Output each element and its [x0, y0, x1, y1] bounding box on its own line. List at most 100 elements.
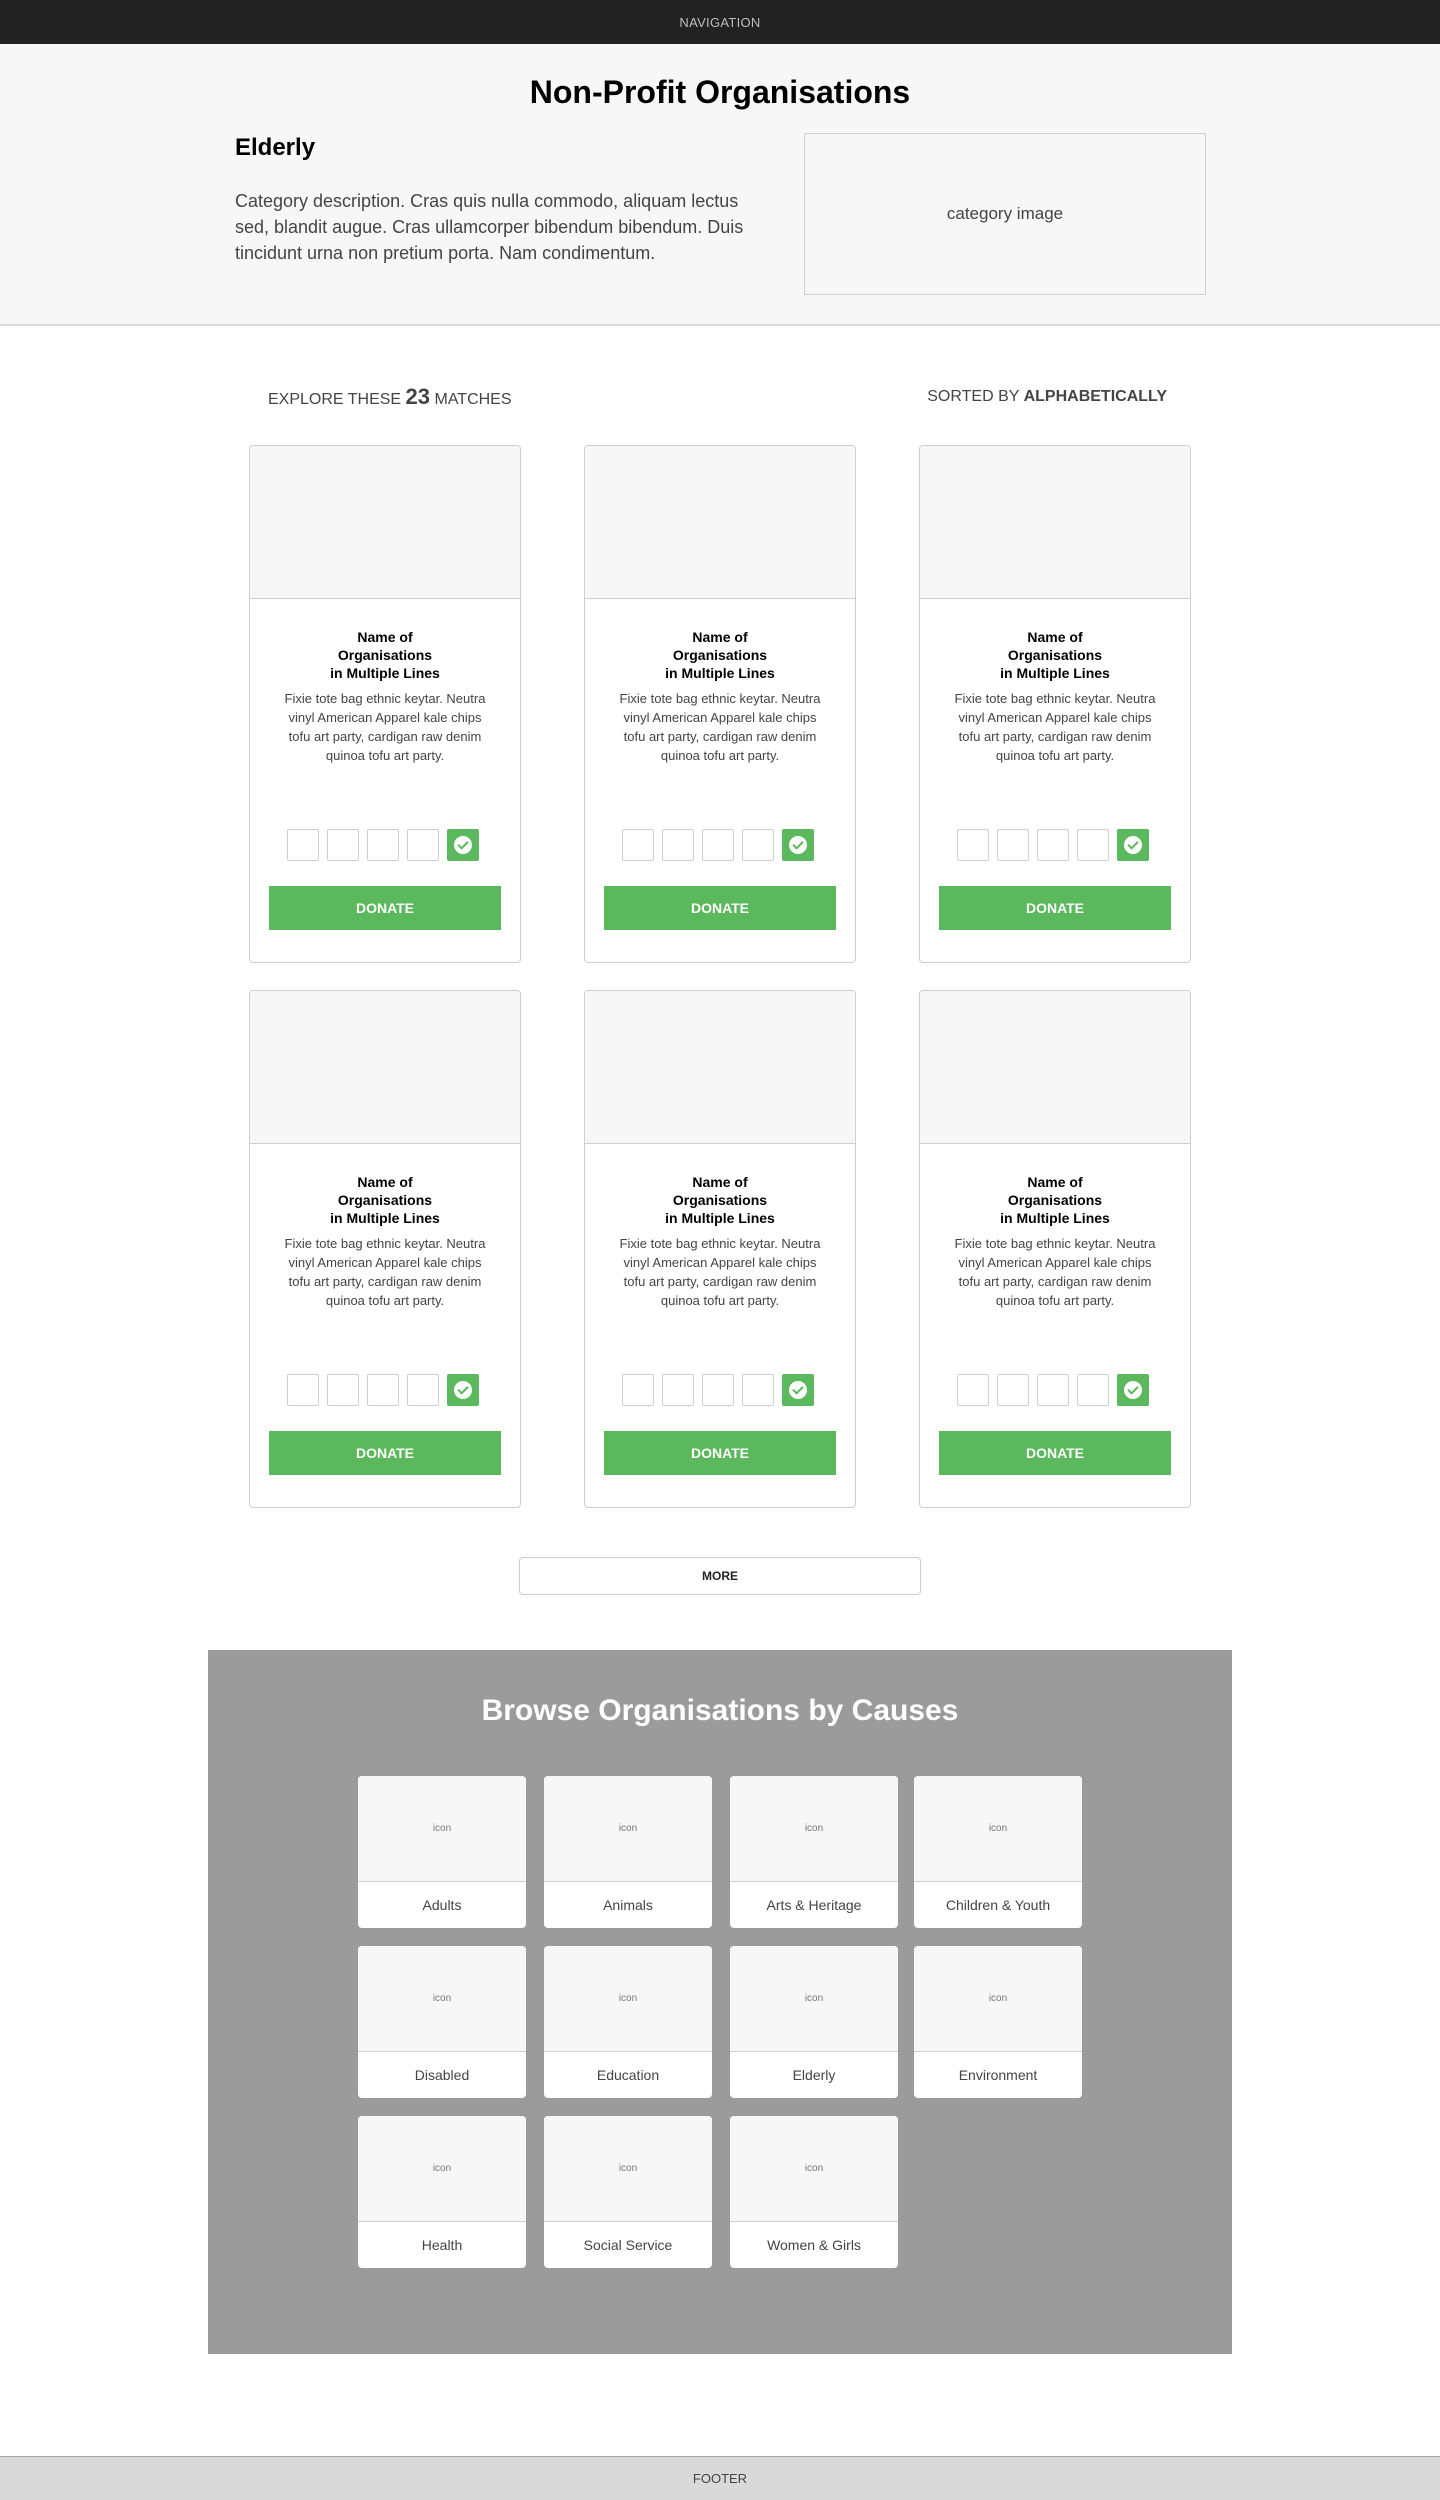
cause-indicators: [957, 829, 1149, 861]
cause-icon: icon: [544, 2116, 712, 2222]
cause-tile-animals[interactable]: icon Animals: [544, 1776, 712, 1928]
cause-indicator: [622, 1374, 654, 1406]
donate-button[interactable]: DONATE: [604, 886, 836, 930]
organisation-card[interactable]: Name of Organisations in Multiple Lines …: [584, 990, 856, 1508]
organisation-description: Fixie tote bag ethnic keytar. Neutra vin…: [954, 1236, 1156, 1308]
organisation-card[interactable]: Name of Organisations in Multiple Lines …: [919, 445, 1191, 963]
organisation-name[interactable]: Name of Organisations in Multiple Lines: [585, 628, 855, 682]
organisation-description: Fixie tote bag ethnic keytar. Neutra vin…: [619, 691, 821, 763]
cause-tile-arts-heritage[interactable]: icon Arts & Heritage: [730, 1776, 898, 1928]
top-navigation[interactable]: NAVIGATION: [0, 0, 1440, 44]
cause-indicator: [622, 829, 654, 861]
check-circle-icon: [454, 836, 472, 854]
cause-icon: icon: [544, 1776, 712, 1882]
organisation-card[interactable]: Name of Organisations in Multiple Lines …: [249, 445, 521, 963]
cause-label: Social Service: [583, 2237, 673, 2253]
cause-label: Health: [421, 2237, 463, 2253]
cause-label: Disabled: [414, 2067, 470, 2083]
cause-icon: icon: [914, 1946, 1082, 2052]
footer: FOOTER: [0, 2456, 1440, 2500]
organisation-name-line1: Name of Organisations: [1007, 1174, 1103, 1208]
verified-badge: [782, 1374, 814, 1406]
cause-icon: icon: [730, 1946, 898, 2052]
organisation-card[interactable]: Name of Organisations in Multiple Lines …: [584, 445, 856, 963]
cause-indicator: [1037, 829, 1069, 861]
cause-tile-women-girls[interactable]: icon Women & Girls: [730, 2116, 898, 2268]
cause-indicators: [957, 1374, 1149, 1406]
cause-tile-environment[interactable]: icon Environment: [914, 1946, 1082, 2098]
donate-button[interactable]: DONATE: [939, 886, 1171, 930]
sort-control[interactable]: SORTED BY ALPHABETICALLY: [927, 388, 1167, 406]
check-circle-icon: [1124, 836, 1142, 854]
organisation-name-line2: in Multiple Lines: [330, 1210, 440, 1226]
organisation-name[interactable]: Name of Organisations in Multiple Lines: [250, 628, 520, 682]
cause-label: Environment: [958, 2067, 1038, 2083]
navigation-label: NAVIGATION: [679, 14, 761, 30]
cause-tile-health[interactable]: icon Health: [358, 2116, 526, 2268]
donate-button[interactable]: DONATE: [269, 1431, 501, 1475]
cause-label: Arts & Heritage: [766, 1897, 862, 1913]
organisation-name[interactable]: Name of Organisations in Multiple Lines: [250, 1173, 520, 1227]
cause-indicator: [1037, 1374, 1069, 1406]
page-title: Non-Profit Organisations: [529, 74, 911, 110]
cause-icon: icon: [730, 1776, 898, 1882]
cause-tile-disabled[interactable]: icon Disabled: [358, 1946, 526, 2098]
organisation-name[interactable]: Name of Organisations in Multiple Lines: [920, 1173, 1190, 1227]
verified-badge: [447, 829, 479, 861]
browse-causes-section: Browse Organisations by Causes icon Adul…: [208, 1650, 1232, 2354]
cause-indicator: [327, 1374, 359, 1406]
verified-badge: [782, 829, 814, 861]
sort-value[interactable]: ALPHABETICALLY: [1024, 388, 1167, 405]
organisation-name[interactable]: Name of Organisations in Multiple Lines: [585, 1173, 855, 1227]
organisation-image: [920, 991, 1190, 1144]
organisation-image: [920, 446, 1190, 599]
cause-indicators: [287, 1374, 479, 1406]
organisation-image: [585, 446, 855, 599]
organisation-name-line2: in Multiple Lines: [1000, 665, 1110, 681]
browse-title: Browse Organisations by Causes: [481, 1694, 959, 1727]
organisation-card[interactable]: Name of Organisations in Multiple Lines …: [249, 990, 521, 1508]
cause-icon: icon: [544, 1946, 712, 2052]
cause-label: Women & Girls: [767, 2237, 861, 2253]
cause-tile-elderly[interactable]: icon Elderly: [730, 1946, 898, 2098]
cause-indicators: [622, 1374, 814, 1406]
cause-tile-social-service[interactable]: icon Social Service: [544, 2116, 712, 2268]
cause-indicator: [1077, 1374, 1109, 1406]
cause-indicator: [287, 1374, 319, 1406]
category-image-label: category image: [946, 204, 1064, 223]
organisation-name-line1: Name of Organisations: [337, 1174, 433, 1208]
results-count: EXPLORE THESE 23 MATCHES: [268, 384, 512, 410]
organisation-name[interactable]: Name of Organisations in Multiple Lines: [920, 628, 1190, 682]
check-circle-icon: [789, 1381, 807, 1399]
cause-label: Education: [596, 2067, 660, 2083]
donate-button[interactable]: DONATE: [939, 1431, 1171, 1475]
cause-indicator: [702, 829, 734, 861]
donate-button[interactable]: DONATE: [269, 886, 501, 930]
organisation-image: [585, 991, 855, 1144]
organisation-name-line1: Name of Organisations: [337, 629, 433, 663]
more-button[interactable]: MORE: [519, 1557, 921, 1595]
cause-indicator: [742, 1374, 774, 1406]
cause-indicator: [407, 829, 439, 861]
cause-indicator: [1077, 829, 1109, 861]
cause-label: Children & Youth: [945, 1897, 1051, 1913]
cause-tile-children-youth[interactable]: icon Children & Youth: [914, 1776, 1082, 1928]
cause-indicator: [367, 1374, 399, 1406]
cause-indicators: [622, 829, 814, 861]
cause-tile-adults[interactable]: icon Adults: [358, 1776, 526, 1928]
organisation-name-line2: in Multiple Lines: [665, 1210, 775, 1226]
check-circle-icon: [789, 836, 807, 854]
cause-indicator: [662, 829, 694, 861]
organisation-description: Fixie tote bag ethnic keytar. Neutra vin…: [619, 1236, 821, 1308]
cause-indicator: [742, 829, 774, 861]
verified-badge: [1117, 829, 1149, 861]
explore-prefix: EXPLORE THESE: [268, 391, 402, 408]
verified-badge: [1117, 1374, 1149, 1406]
explore-suffix: MATCHES: [434, 391, 512, 408]
donate-button[interactable]: DONATE: [604, 1431, 836, 1475]
organisation-card[interactable]: Name of Organisations in Multiple Lines …: [919, 990, 1191, 1508]
cause-tile-education[interactable]: icon Education: [544, 1946, 712, 2098]
cause-icon: icon: [730, 2116, 898, 2222]
match-count: 23: [405, 384, 431, 409]
cause-indicator: [407, 1374, 439, 1406]
